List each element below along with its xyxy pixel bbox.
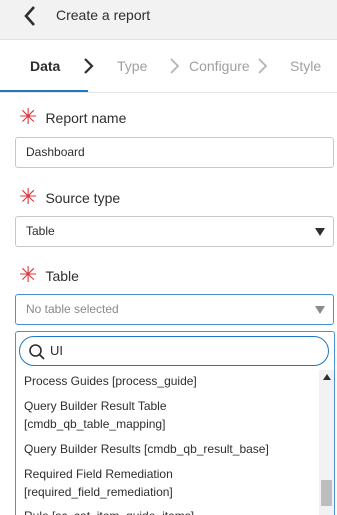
source-type-label: ✳ Source type bbox=[19, 185, 121, 210]
caret-down-icon bbox=[315, 228, 325, 236]
chevron-right-icon bbox=[84, 58, 94, 74]
list-item[interactable]: Query Builder Results [cmdb_qb_result_ba… bbox=[24, 440, 269, 458]
required-asterisk-icon: ✳ bbox=[19, 263, 38, 288]
report-name-label-text: Report name bbox=[45, 110, 127, 126]
source-type-value: Table bbox=[26, 224, 55, 238]
report-name-label: ✳ Report name bbox=[19, 105, 127, 130]
caret-down-icon bbox=[315, 306, 325, 314]
list-item[interactable]: Query Builder Result Table bbox=[24, 397, 167, 415]
chevron-right-icon bbox=[170, 58, 180, 74]
table-search-input[interactable]: UI bbox=[19, 336, 329, 366]
list-item[interactable]: [required_field_remediation] bbox=[24, 483, 173, 501]
scroll-up-icon[interactable] bbox=[323, 374, 331, 380]
tab-style[interactable]: Style bbox=[290, 58, 321, 74]
table-label-text: Table bbox=[45, 268, 79, 284]
chevron-right-icon bbox=[258, 58, 268, 74]
list-item[interactable]: [cmdb_qb_table_mapping] bbox=[24, 415, 165, 433]
table-select[interactable]: No table selected bbox=[15, 294, 334, 325]
page-header: Create a report bbox=[0, 0, 337, 40]
tab-type[interactable]: Type bbox=[117, 58, 147, 74]
back-button[interactable] bbox=[18, 4, 42, 28]
list-item[interactable]: Process Guides [process_guide] bbox=[24, 372, 197, 390]
required-asterisk-icon: ✳ bbox=[19, 185, 38, 210]
report-name-input[interactable]: Dashboard bbox=[15, 137, 334, 168]
tab-data[interactable]: Data bbox=[30, 58, 60, 74]
scrollbar-thumb[interactable] bbox=[321, 480, 332, 506]
table-label: ✳ Table bbox=[19, 263, 79, 288]
chevron-left-icon bbox=[24, 6, 35, 26]
wizard-tabs: Data Type Configure Style bbox=[0, 41, 337, 93]
page-title: Create a report bbox=[56, 7, 151, 23]
results-scrollbar[interactable] bbox=[319, 370, 334, 515]
table-placeholder: No table selected bbox=[26, 302, 119, 316]
active-tab-indicator bbox=[0, 90, 88, 92]
source-type-label-text: Source type bbox=[45, 190, 121, 206]
list-item[interactable]: Rule [sc_cat_item_guide_items] bbox=[24, 507, 194, 515]
tab-configure[interactable]: Configure bbox=[189, 58, 250, 74]
results-list: Process Guides [process_guide] Query Bui… bbox=[16, 370, 321, 515]
required-asterisk-icon: ✳ bbox=[19, 105, 38, 130]
search-icon bbox=[29, 344, 45, 360]
list-item[interactable]: Required Field Remediation bbox=[24, 465, 173, 483]
table-dropdown: UI Process Guides [process_guide] Query … bbox=[15, 331, 335, 515]
report-name-value: Dashboard bbox=[26, 145, 85, 159]
source-type-select[interactable]: Table bbox=[15, 216, 334, 247]
search-value: UI bbox=[50, 343, 63, 358]
